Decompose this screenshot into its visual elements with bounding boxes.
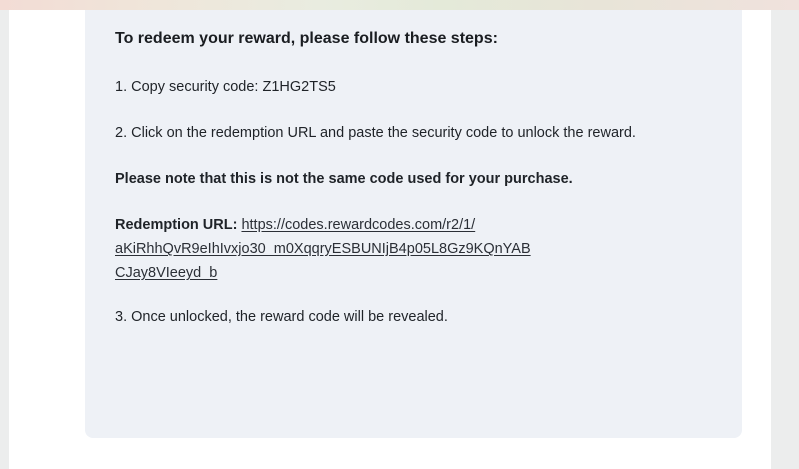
redemption-url-label: Redemption URL: bbox=[115, 217, 238, 233]
redemption-url-part-3[interactable]: CJay8VIeeyd_b bbox=[115, 265, 217, 281]
redemption-url-part-1[interactable]: https://codes.rewardcodes.com/r2/1/ bbox=[241, 217, 475, 233]
redemption-url-block: Redemption URL: https://codes.rewardcode… bbox=[115, 213, 675, 285]
step-copy-code: 1. Copy security code: Z1HG2TS5 bbox=[115, 79, 336, 95]
email-body: To redeem your reward, please follow the… bbox=[9, 10, 771, 469]
purchase-code-note: Please note that this is not the same co… bbox=[115, 171, 573, 187]
left-gutter bbox=[0, 10, 9, 469]
reward-instructions-card: To redeem your reward, please follow the… bbox=[85, 10, 742, 438]
step-code-revealed: 3. Once unlocked, the reward code will b… bbox=[115, 309, 448, 325]
right-gutter bbox=[771, 10, 799, 469]
step-click-url: 2. Click on the redemption URL and paste… bbox=[115, 125, 636, 141]
instructions-heading: To redeem your reward, please follow the… bbox=[115, 30, 498, 47]
email-page: To redeem your reward, please follow the… bbox=[0, 10, 799, 469]
header-image-strip bbox=[0, 0, 799, 10]
redemption-url-part-2[interactable]: aKiRhhQvR9eIhIvxjo30_m0XqqryESBUNIjB4p05… bbox=[115, 241, 531, 257]
reward-instructions-content: To redeem your reward, please follow the… bbox=[115, 27, 675, 329]
